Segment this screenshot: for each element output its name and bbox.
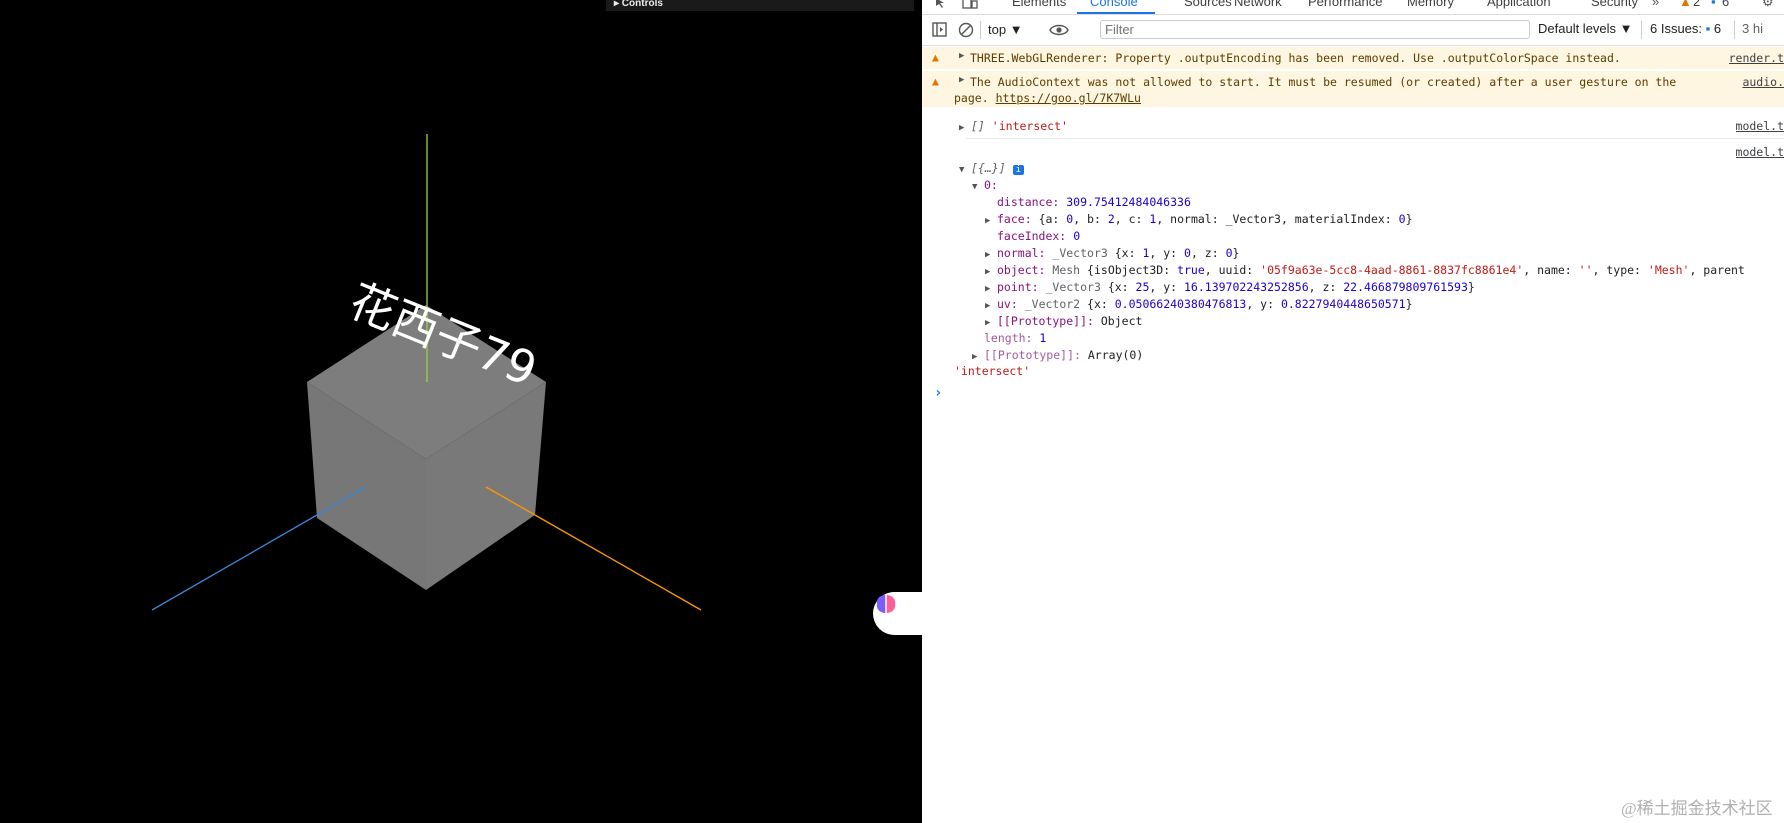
toolbar-divider: [1641, 21, 1642, 39]
tab-console[interactable]: Console: [1090, 0, 1138, 9]
eye-icon[interactable]: [1049, 22, 1069, 38]
info-icon[interactable]: i: [1012, 165, 1024, 175]
help-link[interactable]: https://goo.gl/7K7WLu: [996, 91, 1141, 105]
message-badge-icon[interactable]: ▪: [1711, 0, 1716, 9]
toolbar-divider: [980, 21, 981, 39]
tab-performance[interactable]: Performance: [1308, 0, 1382, 9]
row-separator: [966, 138, 1784, 139]
settings-gear-icon[interactable]: ⚙: [1762, 0, 1774, 10]
console-warning[interactable]: ▲ ▶ The AudioContext was not allowed to …: [922, 71, 1784, 107]
prop-point[interactable]: ▶ point: _Vector3 {x: 25, y: 16.139702243…: [985, 280, 1475, 294]
tab-memory[interactable]: Memory: [1407, 0, 1454, 9]
issues-button[interactable]: 6 Issues: ▪ 6: [1650, 21, 1721, 36]
prop-object[interactable]: ▶ object: Mesh {isObject3D: true, uuid: '…: [985, 263, 1745, 277]
hidden-count: 3 hi: [1742, 21, 1763, 36]
toolbar-divider: [1734, 21, 1735, 39]
source-link[interactable]: audio.: [1742, 75, 1784, 89]
source-link[interactable]: model.t: [1736, 145, 1784, 159]
devtools-tabbar: Elements Console Sources Network Perform…: [922, 0, 1784, 15]
tab-security[interactable]: Security: [1591, 0, 1638, 9]
prop-length: length: 1: [984, 331, 1047, 345]
extension-floating-button[interactable]: [873, 592, 922, 635]
active-tab-indicator: [1077, 12, 1155, 14]
clear-console-icon[interactable]: [958, 22, 974, 38]
device-toolbar-icon[interactable]: [962, 0, 978, 10]
prop-face[interactable]: ▶ face: {a: 0, b: 2, c: 1, normal: _Vecto…: [985, 212, 1413, 226]
prop-normal[interactable]: ▶ normal: _Vector3 {x: 1, y: 0, z: 0}: [985, 246, 1239, 260]
message-badge-count: 6: [1722, 0, 1730, 9]
tab-application[interactable]: Application: [1487, 0, 1551, 9]
console-log-row[interactable]: ▶[] 'intersect': [959, 119, 1068, 133]
array-root[interactable]: ▼ [{…}] i: [959, 161, 1024, 175]
warning-text-continued: page. https://goo.gl/7K7WLu: [954, 91, 1141, 105]
devtools-panel: Elements Console Sources Network Perform…: [922, 0, 1784, 823]
scene-svg: 花西子79: [151, 134, 702, 611]
console-warning[interactable]: ▲ ▶ THREE.WebGLRenderer: Property .outpu…: [922, 47, 1784, 69]
prop-prototype-object[interactable]: ▶ [[Prototype]]: Object: [985, 314, 1142, 328]
console-prompt[interactable]: ›: [934, 385, 942, 401]
warning-badge-icon[interactable]: ▲: [1679, 0, 1692, 9]
prop-uv[interactable]: ▶ uv: _Vector2 {x: 0.05066240380476813, y…: [985, 297, 1413, 311]
axis-z-line: [151, 514, 318, 611]
console-toolbar: top ▼ Default levels ▼ 6 Issues: ▪ 6 3 h…: [922, 15, 1784, 46]
source-link[interactable]: model.t: [1736, 119, 1784, 133]
warning-badge-count: 2: [1693, 0, 1701, 9]
warning-icon: ▲: [932, 50, 939, 64]
levels-dropdown[interactable]: Default levels ▼: [1538, 21, 1633, 36]
array-item-0[interactable]: ▼ 0:: [972, 178, 998, 192]
source-link[interactable]: render.t: [1729, 51, 1784, 65]
tab-elements[interactable]: Elements: [1012, 0, 1066, 9]
threejs-canvas[interactable]: 花西子79 ▸ Controls: [0, 0, 922, 823]
warning-text: THREE.WebGLRenderer: Property .outputEnc…: [970, 51, 1621, 65]
brain-icon: [876, 595, 896, 613]
prop-distance: distance: 309.75412484046336: [997, 195, 1191, 209]
watermark-text: @稀土掘金技术社区: [1621, 799, 1773, 818]
tab-network[interactable]: Network: [1234, 0, 1282, 9]
prop-prototype-array[interactable]: ▶ [[Prototype]]: Array(0): [972, 348, 1143, 362]
prop-faceindex: faceIndex: 0: [997, 229, 1081, 243]
console-log-string: 'intersect': [954, 364, 1031, 378]
sidebar-toggle-icon[interactable]: [932, 22, 948, 38]
warning-icon: ▲: [932, 74, 939, 88]
filter-input[interactable]: [1100, 20, 1530, 39]
inspect-element-icon[interactable]: [934, 0, 948, 10]
tab-sources[interactable]: Sources: [1184, 0, 1232, 9]
warning-text: The AudioContext was not allowed to star…: [970, 75, 1677, 89]
context-selector[interactable]: top ▼: [988, 22, 1023, 37]
gui-controls-bar[interactable]: ▸ Controls: [606, 0, 914, 11]
more-tabs-icon[interactable]: »: [1652, 0, 1659, 9]
axis-x-line: [534, 514, 702, 611]
